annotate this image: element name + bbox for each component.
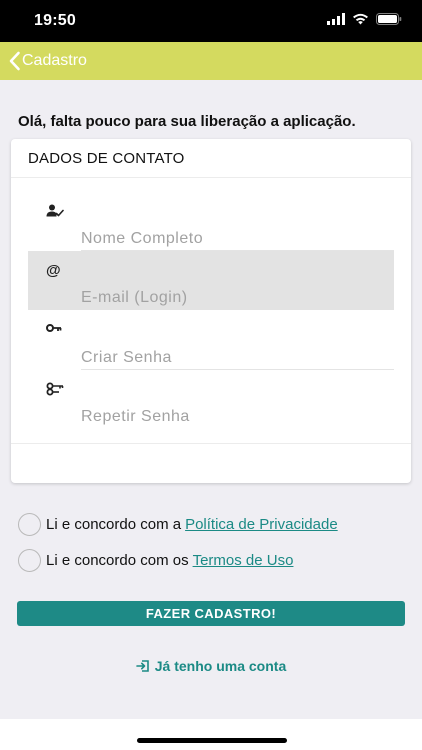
contact-data-card: DADOS DE CONTATO @ (11, 139, 411, 483)
greeting-text: Olá, falta pouco para sua liberação a ap… (18, 113, 356, 130)
at-icon: @ (46, 263, 61, 277)
privacy-policy-link[interactable]: Política de Privacidade (185, 516, 338, 533)
full-name-field (28, 192, 394, 251)
terms-agreement-radio[interactable] (18, 548, 41, 572)
wifi-icon (353, 13, 368, 25)
privacy-agreement-radio[interactable] (18, 512, 41, 536)
repeat-password-input[interactable] (81, 408, 381, 426)
already-have-account-label: Já tenho uma conta (154, 658, 287, 674)
key-icon (46, 324, 62, 332)
card-divider-bottom (11, 443, 411, 444)
card-title: DADOS DE CONTATO (28, 150, 185, 167)
create-password-field (28, 311, 394, 370)
back-button[interactable]: Cadastro (8, 50, 87, 72)
card-divider (11, 177, 411, 178)
person-check-icon (46, 204, 64, 217)
status-bar: 19:50 (0, 0, 422, 42)
status-icons (327, 13, 402, 25)
key-double-icon (46, 382, 64, 396)
privacy-agreement-text: Li e concordo com a (46, 515, 182, 533)
home-indicator (137, 738, 287, 743)
chevron-left-icon (9, 51, 20, 71)
svg-text:@: @ (46, 263, 61, 277)
cellular-signal-icon (327, 13, 345, 25)
already-have-account-link[interactable]: Já tenho uma conta (0, 656, 422, 676)
terms-agreement-text: Li e concordo com os (46, 551, 189, 569)
email-input[interactable] (81, 289, 381, 307)
terms-of-use-link[interactable]: Termos de Uso (193, 552, 294, 569)
status-time: 19:50 (34, 12, 76, 29)
create-password-input[interactable] (81, 349, 381, 367)
full-name-input[interactable] (81, 230, 381, 248)
submit-signup-button[interactable]: FAZER CADASTRO! (17, 601, 405, 626)
back-button-label: Cadastro (22, 52, 87, 69)
battery-icon (376, 13, 402, 25)
sign-in-icon (135, 660, 149, 672)
email-field: @ (28, 251, 394, 310)
terms-agreement-row: Li e concordo com os Termos de Uso (18, 548, 294, 572)
privacy-agreement-row: Li e concordo com a Política de Privacid… (18, 512, 338, 536)
repeat-password-field (28, 370, 394, 429)
navigation-bar: Cadastro (0, 42, 422, 80)
bottom-safe-area (0, 719, 422, 750)
